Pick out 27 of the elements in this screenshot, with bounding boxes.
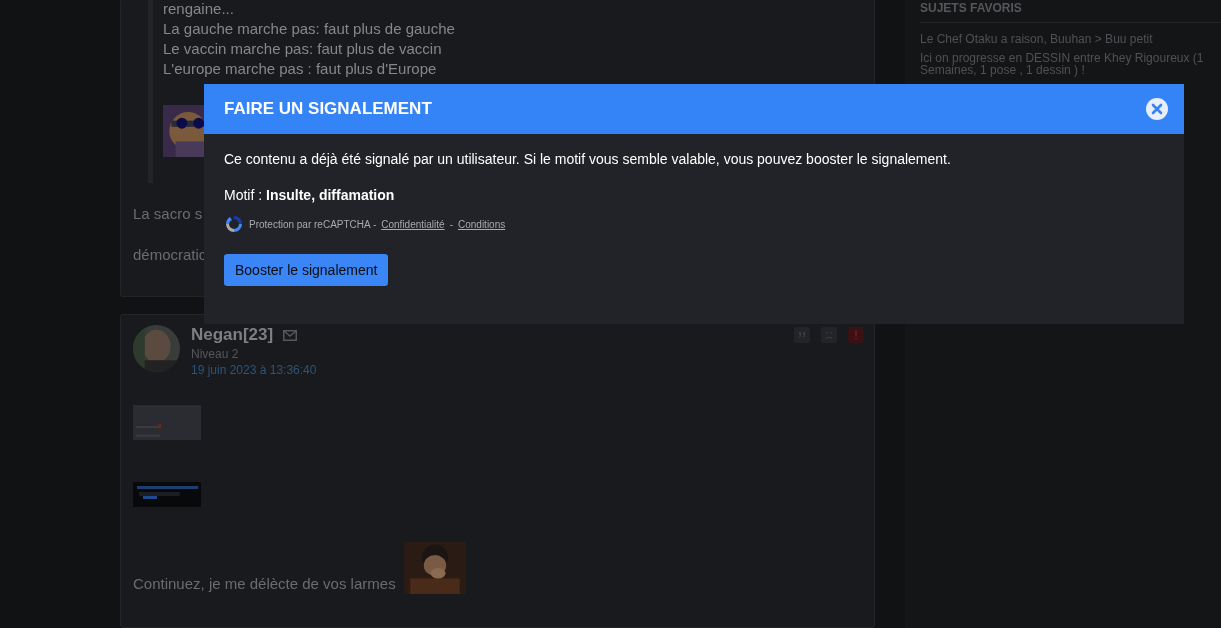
topic-link[interactable]: Le Chef Otaku a raison, Buuhan > Buu petit: [920, 33, 1220, 45]
quote-line: L'europe marche pas : faut plus d'Europe: [163, 59, 438, 79]
close-icon[interactable]: [1145, 97, 1169, 121]
sad-face-icon[interactable]: [821, 327, 837, 343]
privacy-link[interactable]: Confidentialité: [381, 218, 445, 230]
sidebar-title: SUJETS FAVORIS: [920, 0, 1221, 23]
user-level: Niveau 2: [191, 347, 240, 361]
terms-link[interactable]: Conditions: [458, 218, 506, 230]
report-reason: Motif : Insulte, diffamation: [224, 187, 396, 203]
quote-icon[interactable]: [794, 327, 810, 343]
separator-text: -: [449, 218, 453, 230]
recaptcha-icon: [224, 214, 244, 234]
author-name[interactable]: Negan[23]: [191, 325, 274, 345]
quote-line: Le vaccin marche pas: faut plus de vaccin: [163, 39, 443, 59]
quote-line: La gauche marche pas: faut plus de gauche: [163, 19, 456, 39]
boost-report-button[interactable]: Booster le signalement: [224, 254, 389, 286]
post-text: démocratic: [133, 246, 208, 263]
recaptcha-text: Protection par reCAPTCHA -: [249, 218, 377, 230]
post-text: La sacro s: [133, 205, 204, 222]
post-date[interactable]: 19 juin 2023 à 13:36:40: [191, 363, 317, 377]
post-text: Continuez, je me délècte de vos larmes: [133, 575, 396, 594]
dialog-message: Ce contenu a déjà été signalé par un utilisateur. Si le motif vous semble valable, vous pouvez booster le signalement.: [224, 151, 952, 167]
alert-icon[interactable]: [848, 327, 864, 343]
mail-icon[interactable]: [283, 329, 298, 341]
quote-line: rengaine...: [163, 0, 235, 19]
dialog-title: FAIRE UN SIGNALEMENT: [224, 99, 432, 119]
topic-link[interactable]: Ici on progresse en DESSIN entre Khey Rigoureux (1 Semaines, 1 pose , 1 dessin ) !: [920, 52, 1220, 76]
